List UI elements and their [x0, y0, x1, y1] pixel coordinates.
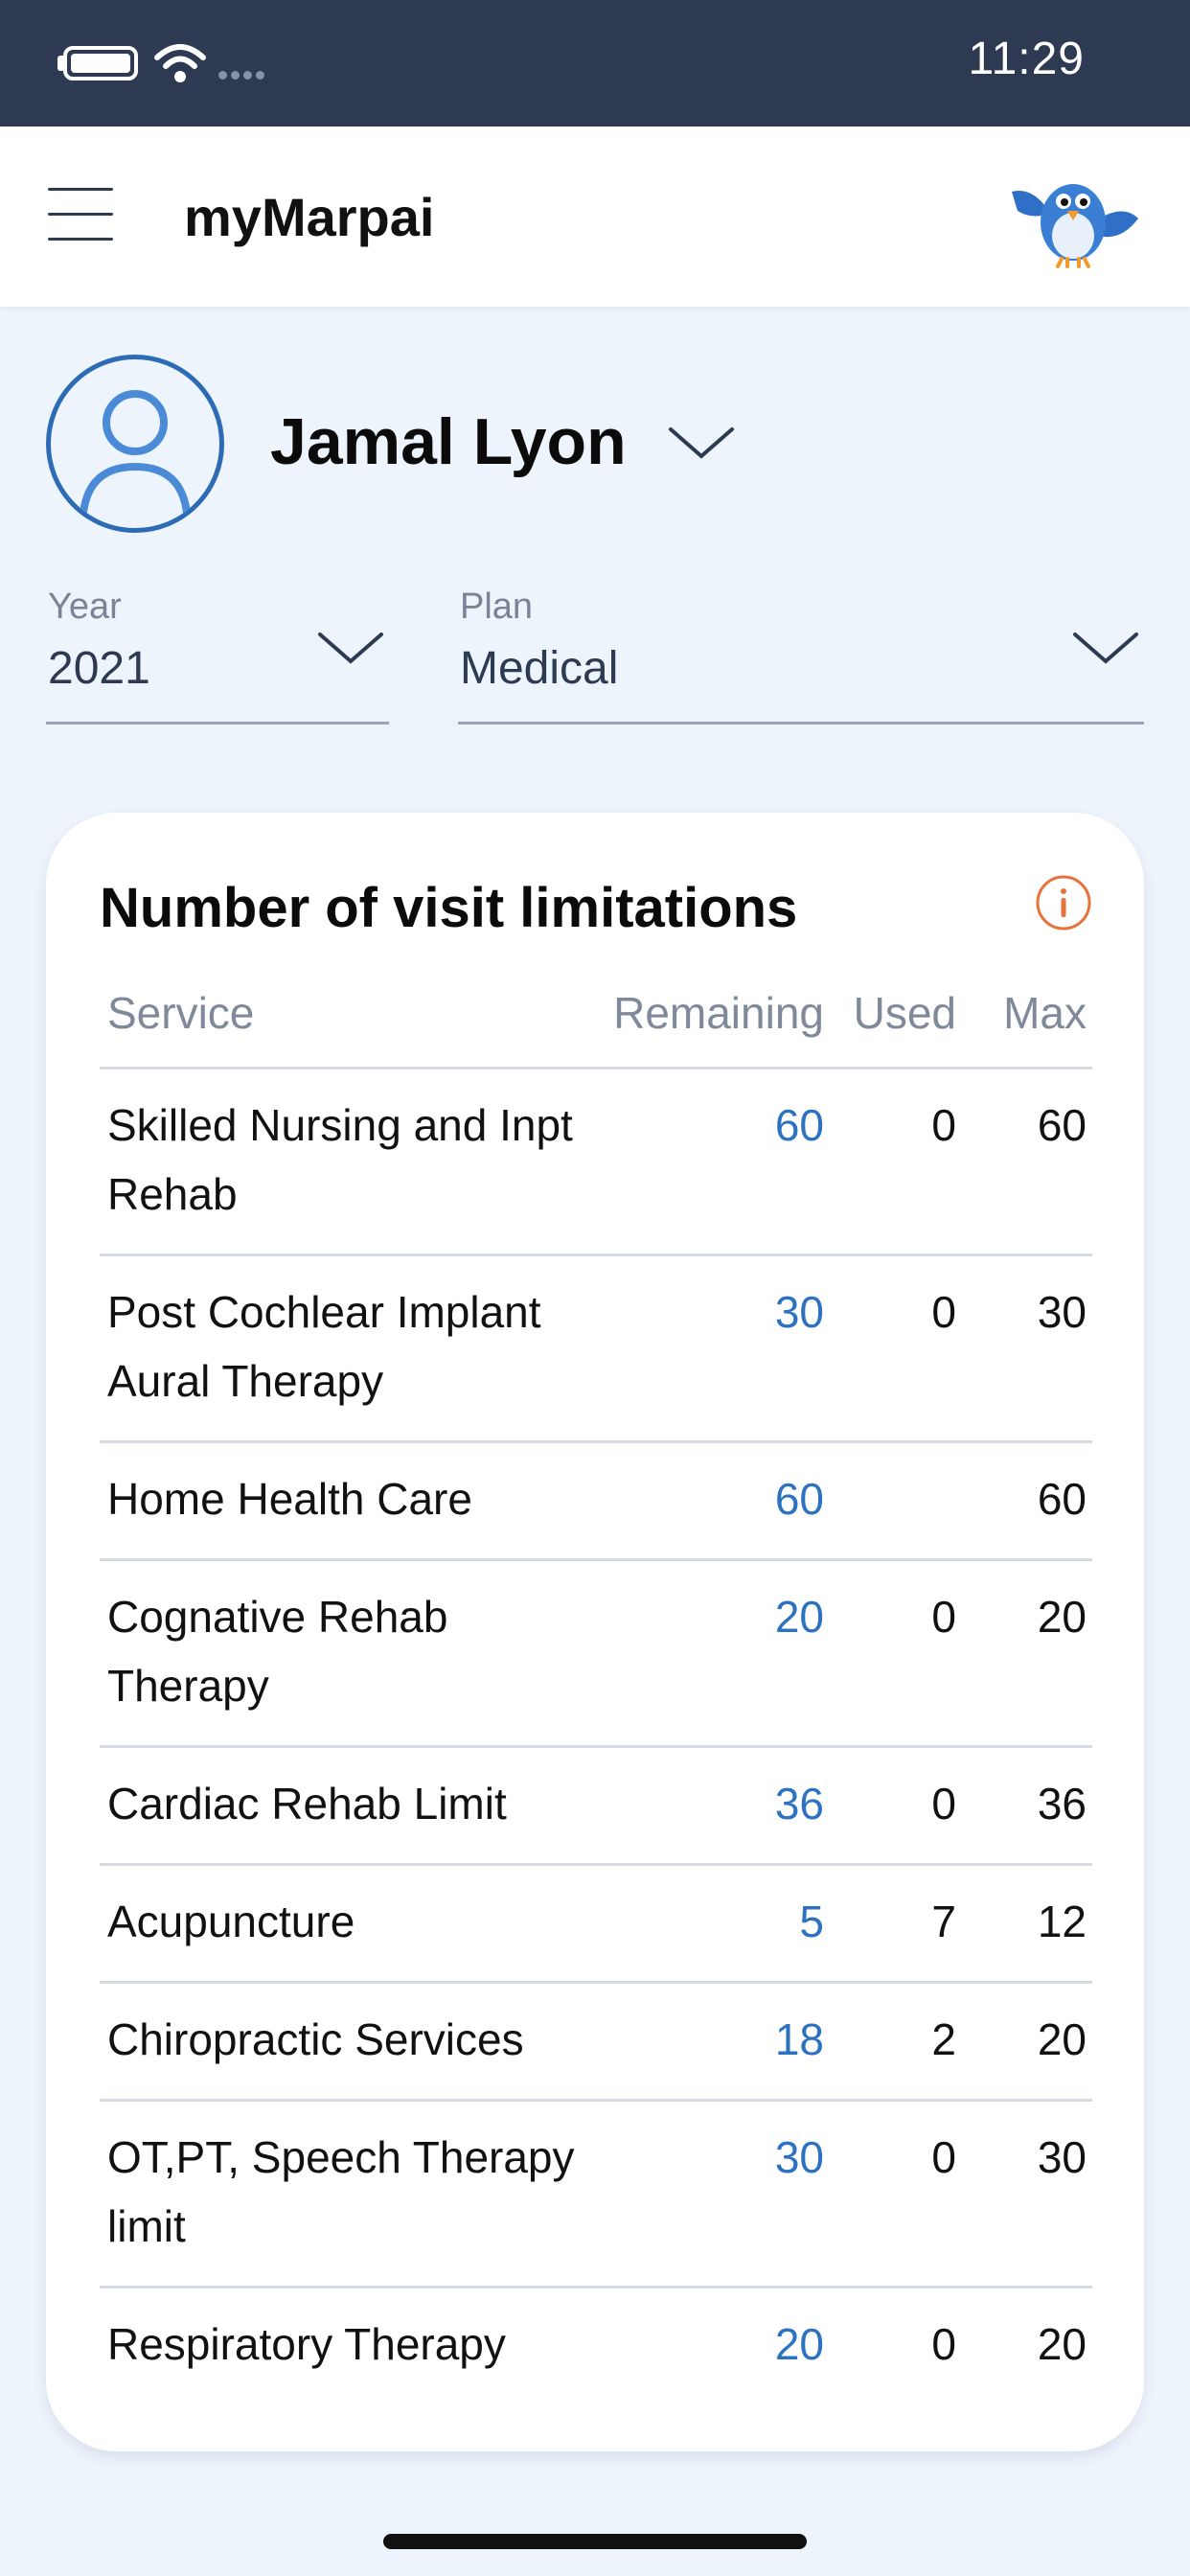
- chevron-down-icon: [1073, 632, 1138, 664]
- table-row: Respiratory Therapy 20 0 20: [100, 2288, 1092, 2406]
- service-name: Post Cochlear Implant Aural Therapy: [107, 1287, 541, 1406]
- max-value: 12: [1037, 1897, 1087, 1946]
- bird-logo-icon[interactable]: [1004, 165, 1144, 270]
- menu-icon[interactable]: [48, 188, 113, 243]
- service-name: Acupuncture: [107, 1897, 355, 1946]
- table-row: Acupuncture 5 7 12: [100, 1866, 1092, 1984]
- app-header: myMarpai: [0, 126, 1190, 307]
- used-value: 0: [931, 1287, 956, 1337]
- used-value: 2: [931, 2014, 956, 2064]
- app-title: myMarpai: [184, 187, 435, 247]
- avatar[interactable]: [46, 355, 224, 533]
- wifi-icon: [154, 44, 206, 82]
- used-value: 0: [931, 1592, 956, 1642]
- home-indicator[interactable]: [383, 2534, 807, 2549]
- remaining-value: 36: [774, 1779, 824, 1828]
- status-bar: 11:29: [0, 0, 1190, 126]
- table-row: Home Health Care 60 60: [100, 1443, 1092, 1561]
- remaining-value: 60: [774, 1100, 824, 1150]
- info-icon[interactable]: [1035, 874, 1092, 932]
- limitations-table: Service Remaining Used Max Skilled Nursi…: [100, 956, 1092, 2406]
- remaining-value: 5: [799, 1897, 824, 1946]
- chevron-down-icon[interactable]: [667, 424, 736, 462]
- remaining-value: 20: [774, 2319, 824, 2369]
- signal-icon: [218, 67, 276, 80]
- service-name: Chiropractic Services: [107, 2014, 524, 2064]
- used-value: 0: [931, 2319, 956, 2369]
- service-name: Skilled Nursing and Inpt Rehab: [107, 1100, 573, 1219]
- year-select[interactable]: Year 2021: [46, 585, 389, 724]
- max-value: 30: [1037, 2132, 1087, 2182]
- max-value: 30: [1037, 1287, 1087, 1337]
- table-row: Chiropractic Services 18 2 20: [100, 1984, 1092, 2102]
- table-row: OT,PT, Speech Therapy limit 30 0 30: [100, 2102, 1092, 2288]
- year-label: Year: [48, 586, 122, 627]
- service-name: Home Health Care: [107, 1474, 472, 1524]
- used-value: 7: [931, 1897, 956, 1946]
- used-value: 0: [931, 1100, 956, 1150]
- remaining-value: 18: [774, 2014, 824, 2064]
- column-header-remaining: Remaining: [613, 988, 824, 1038]
- max-value: 20: [1037, 1592, 1087, 1642]
- plan-value: Medical: [460, 643, 619, 694]
- year-value: 2021: [48, 643, 150, 694]
- table-row: Post Cochlear Implant Aural Therapy 30 0…: [100, 1256, 1092, 1443]
- card-title: Number of visit limitations: [100, 877, 798, 939]
- max-value: 20: [1037, 2014, 1087, 2064]
- battery-tip: [57, 56, 65, 71]
- table-row: Cardiac Rehab Limit 36 0 36: [100, 1748, 1092, 1866]
- column-header-max: Max: [1003, 988, 1087, 1038]
- profile-name[interactable]: Jamal Lyon: [270, 404, 627, 479]
- max-value: 60: [1037, 1100, 1087, 1150]
- remaining-value: 60: [774, 1474, 824, 1524]
- user-icon: [80, 390, 191, 514]
- remaining-value: 30: [774, 2132, 824, 2182]
- max-value: 36: [1037, 1779, 1087, 1828]
- battery-icon: [63, 46, 138, 80]
- max-value: 60: [1037, 1474, 1087, 1524]
- used-value: 0: [931, 2132, 956, 2182]
- plan-label: Plan: [460, 586, 534, 627]
- table-header: Service Remaining Used Max: [100, 956, 1092, 1070]
- column-header-used: Used: [853, 988, 956, 1038]
- remaining-value: 30: [774, 1287, 824, 1337]
- status-time: 11:29: [968, 34, 1085, 84]
- used-value: 0: [931, 1779, 956, 1828]
- chevron-down-icon: [318, 632, 383, 664]
- service-name: OT,PT, Speech Therapy limit: [107, 2132, 575, 2251]
- plan-select[interactable]: Plan Medical: [458, 585, 1144, 724]
- table-row: Skilled Nursing and Inpt Rehab 60 0 60: [100, 1070, 1092, 1256]
- table-row: Cognative Rehab Therapy 20 0 20: [100, 1561, 1092, 1748]
- column-header-service: Service: [107, 988, 255, 1038]
- max-value: 20: [1037, 2319, 1087, 2369]
- service-name: Cardiac Rehab Limit: [107, 1779, 507, 1828]
- remaining-value: 20: [774, 1592, 824, 1642]
- service-name: Cognative Rehab Therapy: [107, 1592, 448, 1711]
- service-name: Respiratory Therapy: [107, 2319, 506, 2369]
- visit-limitations-card: Number of visit limitations Service Rema…: [46, 813, 1144, 2451]
